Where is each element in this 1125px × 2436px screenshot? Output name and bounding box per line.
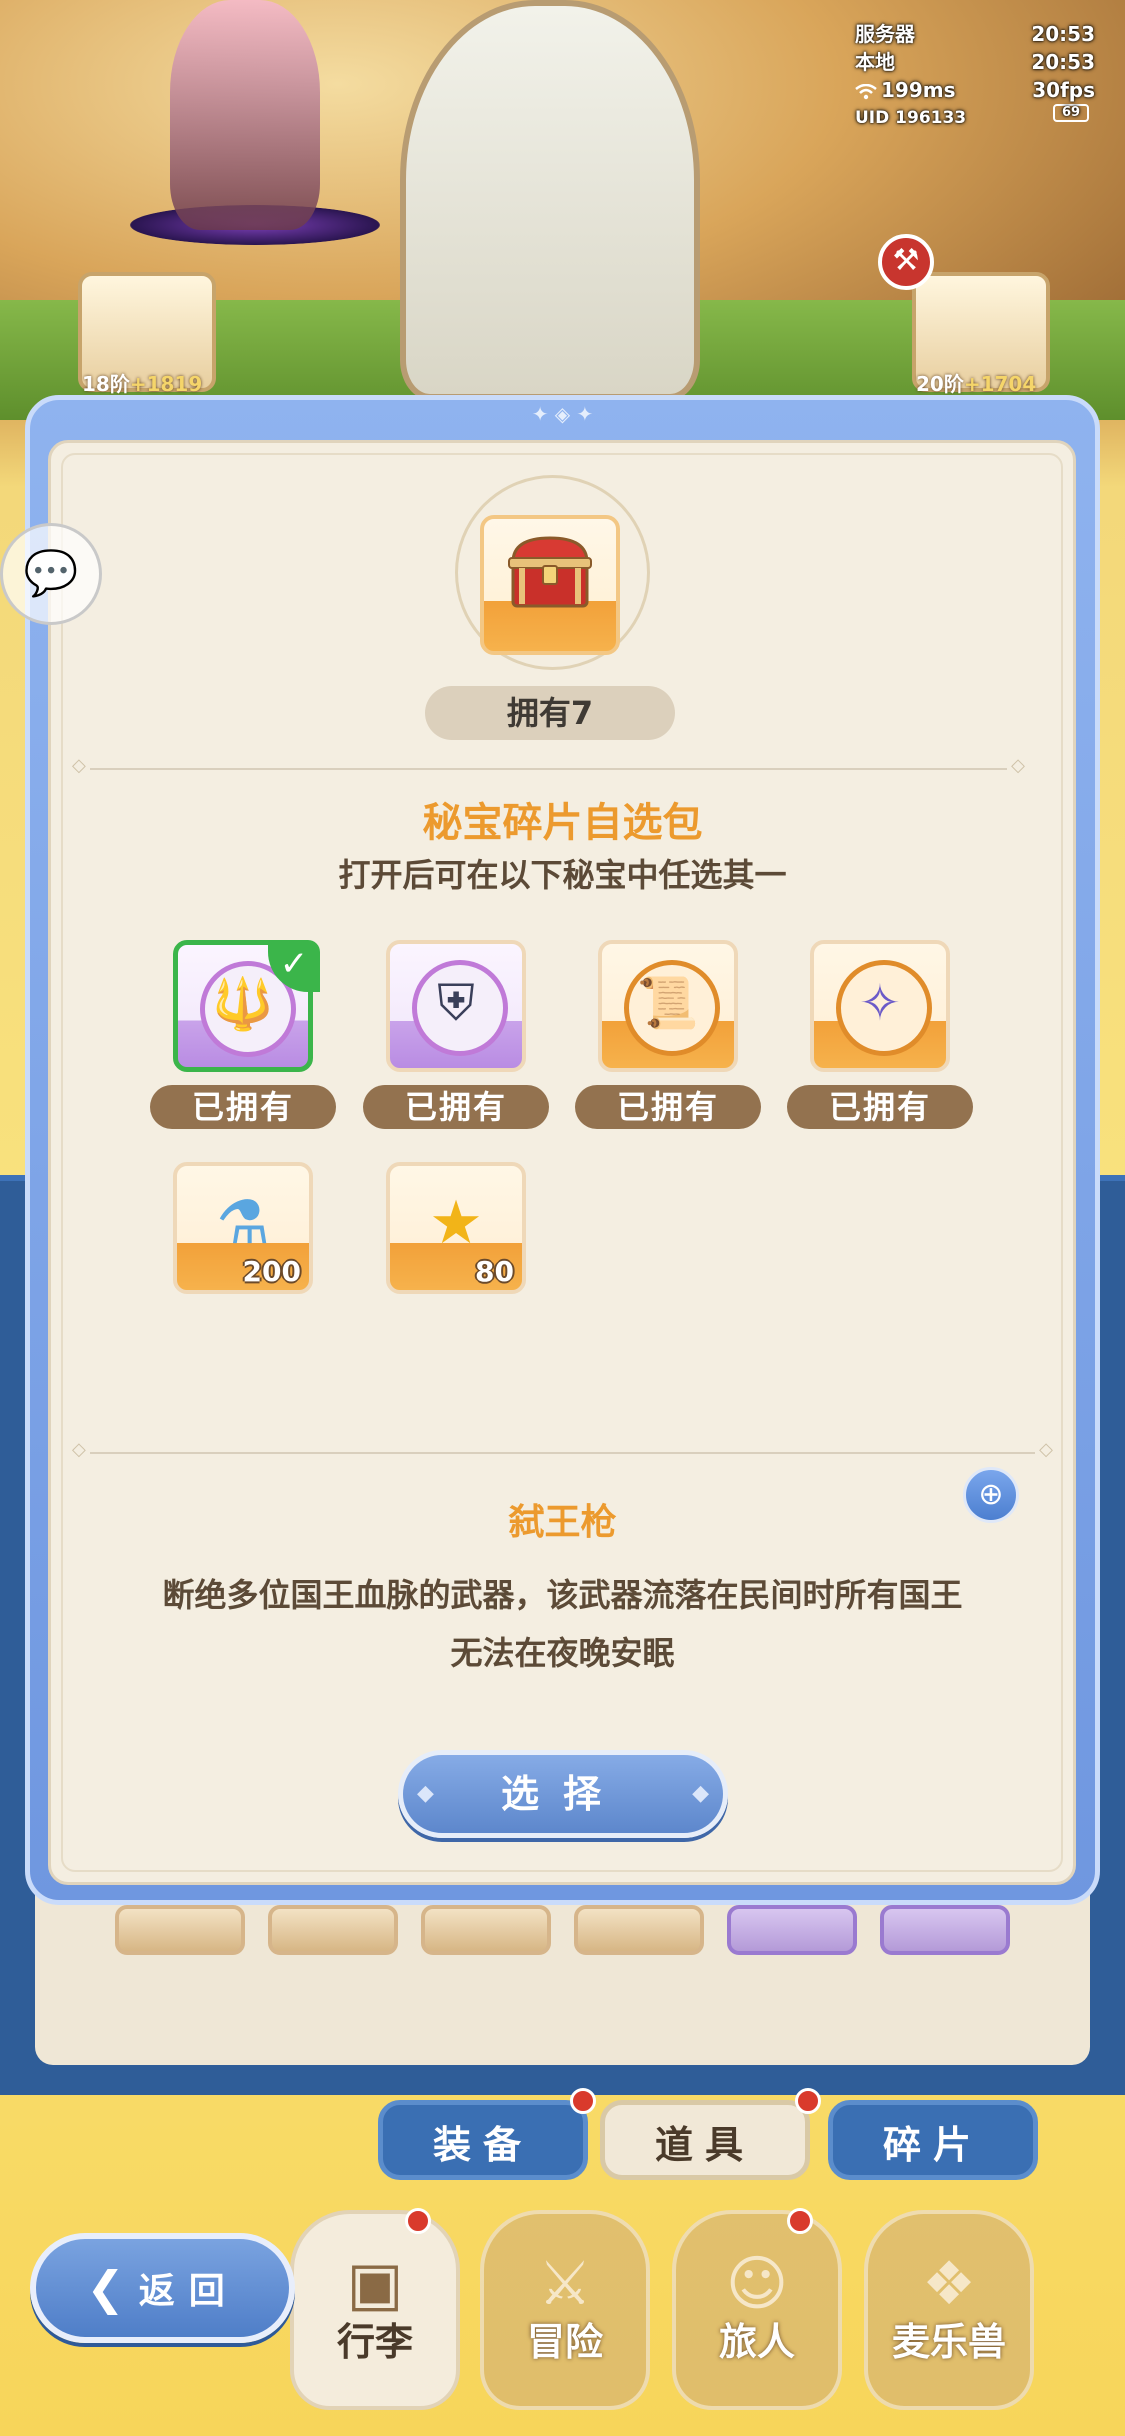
option-scroll-tome[interactable]: 📜 (598, 940, 738, 1072)
potion-vial-icon: ⚗ (216, 1188, 270, 1258)
left-stage-label: 18阶 (82, 372, 130, 396)
select-button[interactable]: ◆ 选择 ◆ (398, 1750, 728, 1838)
tab-equipment-label: 装备 (432, 2123, 533, 2167)
item-detail-desc-line: 无法在夜晚安眠 (450, 1634, 675, 1672)
bag-slot[interactable] (268, 1905, 398, 1955)
local-label: 本地 (855, 50, 895, 74)
dark-shield-icon: ⛨ (437, 974, 475, 1032)
notification-dot (405, 2208, 431, 2234)
bag-slot[interactable] (574, 1905, 704, 1955)
ghost-creature (400, 0, 700, 400)
treasure-chest-icon (508, 536, 592, 608)
owned-tag: 已拥有 (363, 1085, 549, 1129)
item-quantity: 200 (242, 1255, 301, 1288)
nav-adventure[interactable]: ⚔ 冒险 (480, 2210, 650, 2410)
hammer-icon[interactable]: ⚒ (878, 234, 934, 290)
nav-traveler-label: 旅人 (718, 2320, 795, 2364)
right-portrait-badge: 20阶+1704 (916, 368, 1036, 397)
owned-count-label: 拥有7 (506, 694, 594, 732)
tab-fragments[interactable]: 碎片 (828, 2100, 1038, 2180)
notification-dot (795, 2088, 821, 2114)
item-detail-name: 弑王枪 (508, 1502, 617, 1543)
fps-value: 30fps (1032, 78, 1095, 102)
option-potion-vial[interactable]: ⚗ 200 (173, 1162, 313, 1294)
crystal-staff-icon: ✧ (859, 974, 901, 1032)
owned-tag: 已拥有 (150, 1085, 336, 1129)
nav-luggage[interactable]: ▣ 行李 (290, 2210, 460, 2410)
ornament-icon: ◆ (692, 1781, 709, 1806)
owned-tag: 已拥有 (575, 1085, 761, 1129)
wifi-icon (855, 83, 877, 99)
modal-subtitle: 打开后可在以下秘宝中任选其一 (338, 856, 787, 894)
select-button-label: 选择 (500, 1772, 625, 1816)
status-hud: 服务器 20:53 本地 20:53 199ms 30fps UID 196133 6… (855, 20, 1095, 132)
scroll-tome-icon: 📜 (636, 974, 700, 1032)
tab-items[interactable]: 道具 (600, 2100, 810, 2180)
divider (72, 755, 1025, 776)
back-label: 返回 (138, 2271, 239, 2312)
owned-tag: 已拥有 (787, 1085, 973, 1129)
owned-tag-label: 已拥有 (828, 1088, 931, 1126)
tab-fragments-label: 碎片 (882, 2123, 983, 2167)
server-time: 20:53 (1031, 22, 1095, 46)
player-character (170, 0, 320, 230)
option-dark-shield[interactable]: ⛨ (386, 940, 526, 1072)
owned-tag-label: 已拥有 (616, 1088, 719, 1126)
nav-beast-label: 麦乐兽 (891, 2320, 1006, 2364)
right-stage-label: 20阶 (916, 372, 964, 396)
tab-equipment[interactable]: 装备 (378, 2100, 588, 2180)
back-button[interactable]: ❮ 返回 (30, 2233, 295, 2343)
item-detail-desc-line: 断绝多位国王血脉的武器，该武器流落在民间时所有国王 (162, 1576, 963, 1614)
uid-label: UID 196133 (855, 108, 967, 128)
tab-items-label: 道具 (654, 2123, 755, 2167)
bag-slot[interactable] (421, 1905, 551, 1955)
nav-traveler[interactable]: ☺ 旅人 (672, 2210, 842, 2410)
battery-level: 69 (1061, 105, 1081, 120)
right-power-label: +1704 (963, 372, 1037, 396)
ornament-icon: ✦ ◈ ✦ (531, 402, 594, 426)
option-gold-star[interactable]: ★ 80 (386, 1162, 526, 1294)
owned-count-pill: 拥有7 (425, 686, 675, 740)
owned-tag-label: 已拥有 (191, 1088, 294, 1126)
ping-value: 199ms (881, 78, 956, 102)
nav-adventure-label: 冒险 (526, 2320, 603, 2364)
bag-slot[interactable] (727, 1905, 857, 1955)
nav-beast[interactable]: ❖ 麦乐兽 (864, 2210, 1034, 2410)
gold-star-icon: ★ (429, 1188, 483, 1258)
item-quantity: 80 (475, 1255, 514, 1288)
item-detail-description: 断绝多位国王血脉的武器，该武器流落在民间时所有国王 无法在夜晚安眠 (100, 1566, 1025, 1682)
chat-icon[interactable]: 💬 (0, 523, 102, 625)
bag-slot[interactable] (115, 1905, 245, 1955)
modal-title: 秘宝碎片自选包 (422, 800, 703, 846)
chevron-left-icon: ❮ (86, 2261, 125, 2315)
ornament-icon: ◆ (417, 1781, 434, 1806)
notification-dot (570, 2088, 596, 2114)
server-label: 服务器 (855, 22, 915, 46)
left-power-label: +1819 (129, 372, 203, 396)
battery-icon: 69 (1053, 104, 1089, 122)
divider (72, 1439, 1053, 1460)
option-crystal-staff[interactable]: ✧ (810, 940, 950, 1072)
local-time: 20:53 (1031, 50, 1095, 74)
owned-tag-label: 已拥有 (404, 1088, 507, 1126)
bag-slot[interactable] (880, 1905, 1010, 1955)
nav-luggage-label: 行李 (336, 2320, 413, 2364)
notification-dot (787, 2208, 813, 2234)
left-portrait-badge: 18阶+1819 (82, 368, 202, 397)
